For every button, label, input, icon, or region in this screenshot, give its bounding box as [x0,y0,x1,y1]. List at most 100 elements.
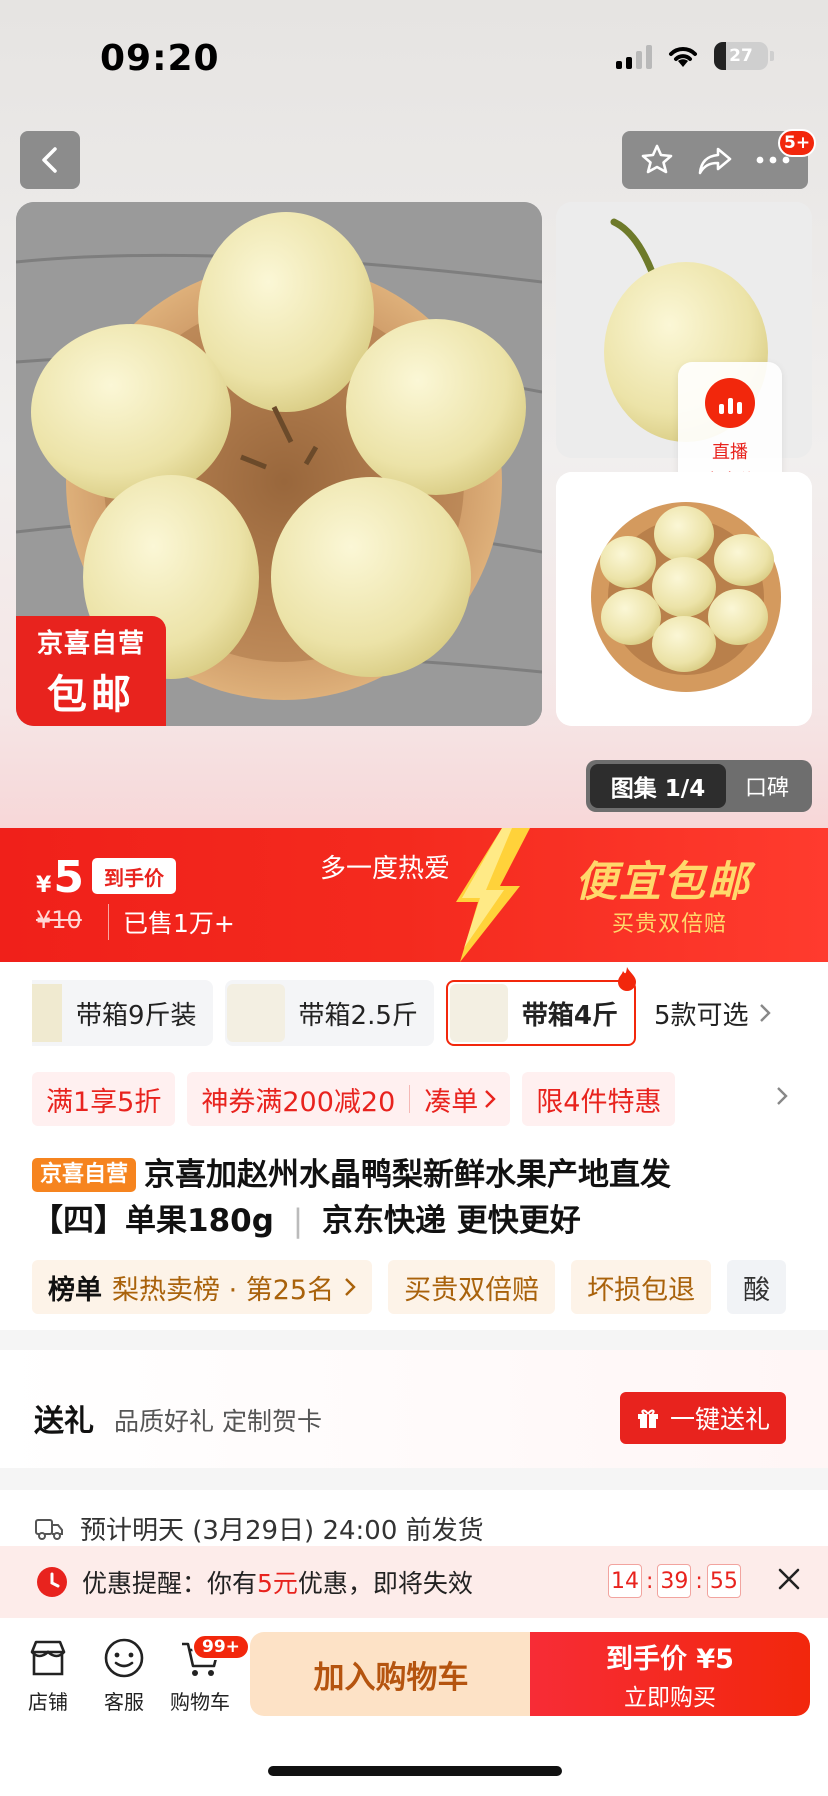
close-icon[interactable] [776,1566,802,1592]
shop-label: 店铺 [28,1690,68,1714]
countdown-minutes: 39 [657,1564,692,1598]
title-line1: 京喜加赵州水晶鸭梨新鲜水果产地直发 [144,1157,672,1193]
price-amount: 5 [53,852,84,903]
reminder-text: 优惠提醒：你有5元优惠，即将失效 [82,1564,473,1600]
home-indicator [268,1766,562,1776]
spec-thumb [226,984,285,1042]
chevron-left-icon [42,147,57,173]
pears-bowl-image [556,472,812,726]
gift-title: 送礼 [34,1404,94,1439]
clock-icon [37,1567,67,1597]
send-gift-button[interactable]: 一键送礼 [620,1392,786,1444]
section-gap [0,1330,828,1350]
hot-icon [618,967,636,991]
spec-option-1[interactable]: 带箱9斤装 [32,980,213,1046]
self-operated-free-shipping-badge: 京喜自营 包邮 [16,616,166,726]
price-currency: ¥ [36,873,52,898]
rank-text: 梨热卖榜 · 第25名 [112,1274,335,1306]
sold-count: 已售1万+ [108,904,235,940]
final-price: ¥ 5 [36,852,84,903]
spec-more-button[interactable]: 5款可选 [654,995,771,1032]
voucher-divider [409,1085,411,1113]
product-title: 京喜自营 京喜加赵州水晶鸭梨新鲜水果产地直发 【四】单果180g | 京东快递 更… [32,1152,802,1244]
title-line2a: 【四】单果180g [32,1203,274,1239]
share-icon[interactable] [696,143,734,177]
add-to-cart-button[interactable]: 加入购物车 [250,1632,532,1716]
spec-label: 带箱4斤 [521,1000,618,1031]
badge-line1: 京喜自营 [36,628,145,659]
spec-option-3[interactable]: 带箱4斤 [445,967,636,1046]
battery-icon: 27 [714,42,774,70]
shipping-row[interactable]: 预计明天 (3月29日) 24:00 前发货 [34,1510,804,1547]
countdown-seconds: 55 [706,1564,741,1598]
chevron-right-icon [485,1090,496,1108]
live-icon [705,378,755,428]
title-line2b: 京东快递 更快更好 [321,1203,581,1239]
chevron-right-icon[interactable] [776,1086,788,1106]
spec-thumb [449,984,508,1042]
extra-tag[interactable]: 酸 [727,1260,787,1314]
voucher-action: 凑单 [424,1086,479,1118]
chevron-right-icon [345,1278,356,1296]
back-button[interactable] [20,131,80,189]
status-icons: 27 [616,42,774,70]
coupon-voucher[interactable]: 神券满200减20 凑单 [187,1072,511,1126]
wifi-icon [669,47,697,67]
section-gap [0,1468,828,1490]
shipping-text: 预计明天 (3月29日) 24:00 前发货 [80,1516,484,1546]
cart-badge: 99+ [192,1634,250,1660]
shop-button[interactable]: 店铺 [8,1636,88,1715]
gallery-tab-reviews[interactable]: 口碑 [726,770,808,802]
chevron-right-icon [759,1004,771,1022]
spec-more-label: 5款可选 [654,1000,749,1031]
countdown-timer: 14 : 39 : 55 [608,1564,741,1598]
reminder-amount: 5元 [257,1569,298,1598]
countdown-colon: : [695,1568,703,1594]
badge-line2: 包邮 [47,671,135,718]
buy-now-label: 立即购买 [624,1684,716,1711]
cart-label: 购物车 [170,1690,230,1714]
original-price: ¥10 [36,906,82,934]
coupon-row: 满1享5折 神券满200减20 凑单 限4件特惠 [32,1072,676,1126]
reminder-prefix: 优惠提醒：你有 [82,1569,258,1598]
spec-option-2[interactable]: 带箱2.5斤 [224,980,434,1046]
spec-thumb [32,984,62,1042]
title-divider: | [292,1203,304,1239]
banner-slogan: 多一度热爱 [320,854,451,884]
buy-now-button[interactable]: 到手价 ¥5 立即购买 [530,1632,810,1716]
live-line1: 直播 [712,442,748,463]
damage-return-tag[interactable]: 坏损包退 [571,1260,712,1314]
service-button[interactable]: 客服 [84,1636,164,1715]
coupon-limited[interactable]: 限4件特惠 [522,1072,676,1126]
promo-subtitle: 买贵双倍赔 [612,912,728,937]
rank-tag[interactable]: 榜单 梨热卖榜 · 第25名 [32,1260,373,1314]
voucher-text: 神券满200减20 [201,1086,396,1118]
message-badge: 5+ [778,129,817,157]
gift-subtitle: 品质好礼 定制贺卡 [114,1407,322,1436]
spec-label: 带箱9斤装 [76,1000,197,1031]
rank-label: 榜单 [48,1274,102,1306]
truck-icon [35,1518,63,1540]
signal-icon [616,43,652,69]
star-icon[interactable] [639,142,675,178]
status-time: 09:20 [100,38,220,79]
product-image-thumb-2[interactable] [556,472,812,726]
more-icon[interactable] [755,155,791,165]
service-label: 客服 [104,1690,144,1714]
lightning-icon [456,828,530,962]
guarantee-tag[interactable]: 买贵双倍赔 [388,1260,556,1314]
shop-icon [30,1640,66,1676]
customer-service-icon [104,1638,144,1678]
countdown-hours: 14 [608,1564,642,1598]
buy-now-price: 到手价 ¥5 [606,1643,734,1675]
send-gift-label: 一键送礼 [669,1405,770,1434]
self-operated-tag: 京喜自营 [32,1158,137,1192]
spec-selector: 带箱9斤装 带箱2.5斤 带箱4斤 5款可选 [32,967,771,1046]
promo-title: 便宜包邮 [575,857,752,906]
final-price-tag: 到手价 [92,858,176,894]
gallery-switch: 图集 1/4 口碑 [586,760,812,812]
countdown-colon: : [646,1568,654,1594]
spec-label: 带箱2.5斤 [298,1000,418,1031]
coupon-discount[interactable]: 满1享5折 [32,1072,176,1126]
gallery-tab-album[interactable]: 图集 1/4 [590,764,726,808]
